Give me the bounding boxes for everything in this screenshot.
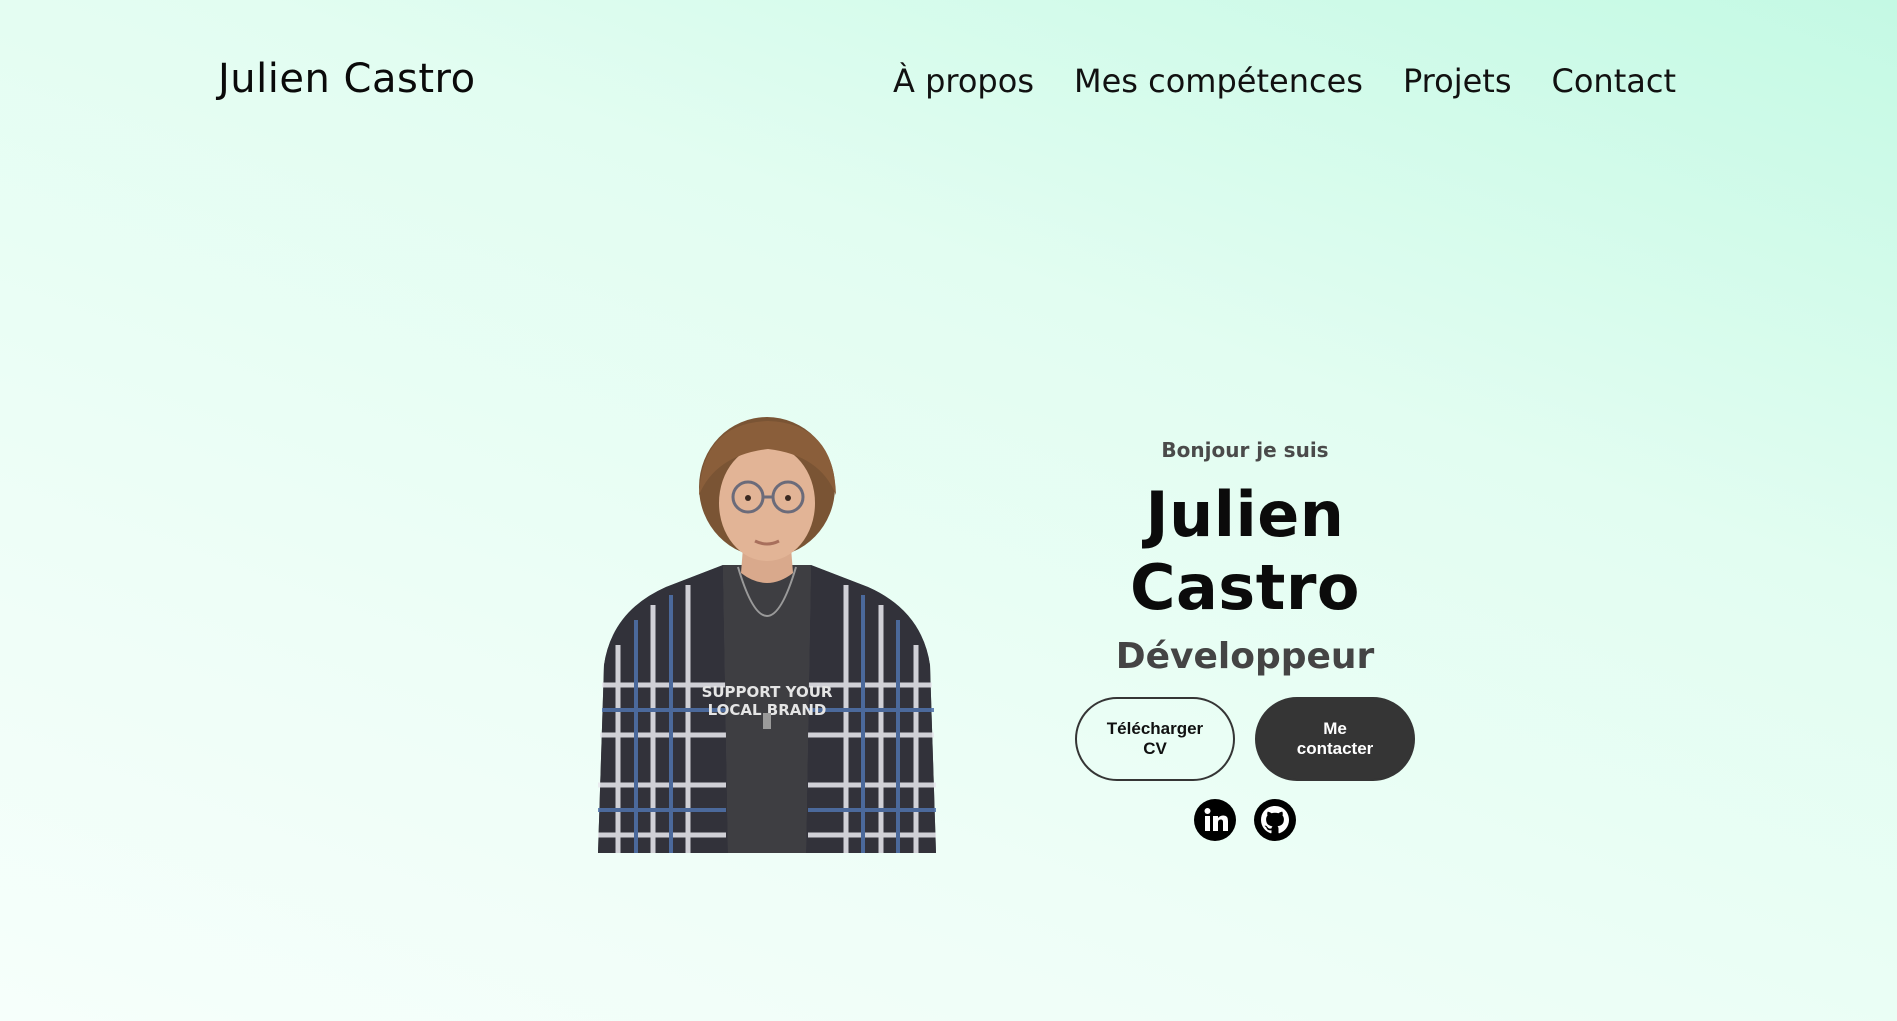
hero-text: Bonjour je suis Julien Castro Développeu… bbox=[1040, 430, 1450, 841]
nav-link-projets[interactable]: Projets bbox=[1403, 62, 1512, 100]
nav-link-a-propos[interactable]: À propos bbox=[893, 62, 1034, 100]
nav-link-contact[interactable]: Contact bbox=[1552, 62, 1677, 100]
nav-link-competences[interactable]: Mes compétences bbox=[1074, 62, 1363, 100]
site-header: Julien Castro À propos Mes compétences P… bbox=[0, 0, 1897, 165]
hero-buttons: Télécharger CV Me contacter bbox=[1040, 697, 1450, 781]
github-icon[interactable] bbox=[1254, 799, 1296, 841]
main-nav: À propos Mes compétences Projets Contact bbox=[893, 62, 1676, 100]
linkedin-icon[interactable] bbox=[1194, 799, 1236, 841]
site-logo[interactable]: Julien Castro bbox=[218, 56, 476, 102]
greeting-text: Bonjour je suis bbox=[1161, 438, 1329, 462]
svg-text:SUPPORT YOUR: SUPPORT YOUR bbox=[702, 683, 833, 701]
hero-role: Développeur bbox=[1115, 636, 1375, 677]
profile-photo: SUPPORT YOUR LOCAL BRAND bbox=[598, 417, 936, 853]
social-links bbox=[1040, 799, 1450, 841]
download-cv-button[interactable]: Télécharger CV bbox=[1075, 697, 1235, 781]
contact-button[interactable]: Me contacter bbox=[1255, 697, 1415, 781]
hero-name: Julien Castro bbox=[1129, 478, 1361, 624]
